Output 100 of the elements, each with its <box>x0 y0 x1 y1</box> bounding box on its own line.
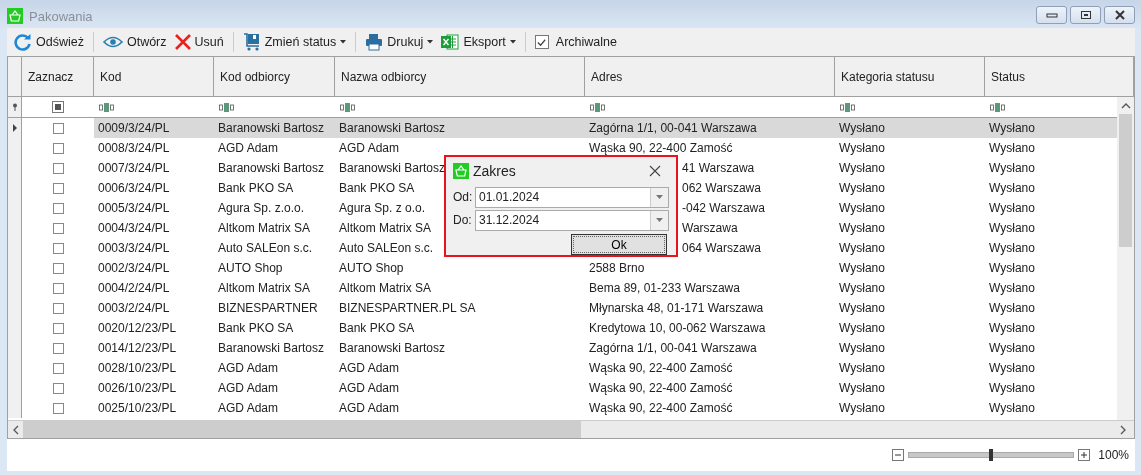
status-category-cell: Wysłano <box>839 341 885 355</box>
recipient-code-cell: BIZNESPARTNER <box>218 301 318 315</box>
zoom-in-icon[interactable] <box>1078 449 1091 461</box>
status-cell: Wysłano <box>989 241 1035 255</box>
text-filter-icon[interactable] <box>990 102 1005 112</box>
status-category-cell: Wysłano <box>839 361 885 375</box>
code-cell: 0004/3/24/PL <box>98 221 170 235</box>
row-checkbox[interactable] <box>52 162 64 174</box>
status-cell: Wysłano <box>989 161 1035 175</box>
column-header[interactable]: Nazwa odbiorcy <box>335 57 585 96</box>
column-header[interactable]: Kod odbiorcy <box>214 57 335 96</box>
status-category-cell: Wysłano <box>839 181 885 195</box>
address-cell: 41 Warszawa <box>682 161 755 175</box>
code-cell: 0009/3/24/PL <box>98 121 170 135</box>
row-checkbox[interactable] <box>52 222 64 234</box>
row-checkbox[interactable] <box>52 362 64 374</box>
code-cell: 0026/10/23/PL <box>98 381 177 395</box>
row-checkbox[interactable] <box>52 262 64 274</box>
address-cell: Kredytowa 10, 00-062 Warszawa <box>589 321 766 335</box>
row-checkbox[interactable] <box>52 282 64 294</box>
status-category-cell: Wysłano <box>839 281 885 295</box>
text-filter-icon[interactable] <box>340 102 355 112</box>
row-checkbox[interactable] <box>52 402 64 414</box>
vertical-scrollbar[interactable] <box>1117 97 1134 420</box>
zoom-slider[interactable] <box>908 452 1075 458</box>
code-cell: 0002/3/24/PL <box>98 261 170 275</box>
address-cell: Wąska 90, 22-400 Zamość <box>589 141 733 155</box>
status-cell: Wysłano <box>989 301 1035 315</box>
date-field[interactable]: 31.12.2024 <box>475 209 669 231</box>
text-filter-icon[interactable] <box>219 102 234 112</box>
eye-icon <box>102 36 123 48</box>
archive-checkbox[interactable]: Archiwalne <box>531 30 620 54</box>
text-filter-icon[interactable] <box>840 102 855 112</box>
select-all-checkbox[interactable] <box>52 101 64 113</box>
close-icon[interactable] <box>649 165 661 177</box>
column-header[interactable]: Adres <box>585 57 835 96</box>
open-button[interactable]: Otwórz <box>99 30 170 54</box>
column-header[interactable]: Zaznacz <box>22 57 94 96</box>
delete-icon <box>174 34 191 50</box>
recipient-name-cell: AGD Adam <box>339 361 400 375</box>
caret-icon <box>509 40 516 44</box>
change-status-button[interactable]: Zmień status <box>239 30 350 54</box>
status-category-cell: Wysłano <box>839 301 885 315</box>
row-checkbox[interactable] <box>52 302 64 314</box>
code-cell: 0005/3/24/PL <box>98 201 170 215</box>
field-label: Do: <box>453 213 472 227</box>
scroll-right-icon[interactable] <box>1120 424 1126 435</box>
caret-icon <box>340 40 347 44</box>
row-checkbox[interactable] <box>52 202 64 214</box>
delete-button[interactable]: Usuń <box>171 30 227 54</box>
recipient-code-cell: Bank PKO SA <box>218 181 294 195</box>
address-cell: Wąska 90, 22-400 Zamość <box>589 361 733 375</box>
recipient-code-cell: Baranowski Bartosz <box>218 121 325 135</box>
row-checkbox[interactable] <box>52 182 64 194</box>
scrollbar-thumb[interactable] <box>1119 114 1132 247</box>
code-cell: 0008/3/24/PL <box>98 141 170 155</box>
scroll-left-icon[interactable] <box>13 424 19 435</box>
row-checkbox[interactable] <box>52 122 64 134</box>
code-cell: 0020/12/23/PL <box>98 321 177 335</box>
row-header[interactable] <box>8 118 22 138</box>
horizontal-scrollbar[interactable] <box>8 420 1134 438</box>
basket-icon <box>7 8 23 24</box>
row-checkbox[interactable] <box>52 322 64 334</box>
status-cell: Wysłano <box>989 341 1035 355</box>
status-cell: Wysłano <box>989 201 1035 215</box>
row-checkbox[interactable] <box>52 142 64 154</box>
text-filter-icon[interactable] <box>99 102 114 112</box>
dialog-title: Zakres <box>473 163 516 179</box>
date-field[interactable]: 01.01.2024 <box>475 186 669 208</box>
export-button[interactable]: Eksport <box>438 30 519 54</box>
row-checkbox[interactable] <box>52 382 64 394</box>
recipient-code-cell: Baranowski Bartosz <box>218 161 325 175</box>
row-checkbox[interactable] <box>52 242 64 254</box>
address-cell: Wąska 90, 22-400 Zamość <box>589 401 733 415</box>
status-cell: Wysłano <box>989 361 1035 375</box>
ok-button[interactable]: Ok <box>571 234 667 255</box>
scroll-up-icon[interactable] <box>1121 103 1131 109</box>
recipient-code-cell: Altkom Matrix SA <box>218 281 310 295</box>
zoom-reading: 100% <box>1098 448 1129 462</box>
column-header[interactable]: Kod <box>94 57 214 96</box>
refresh-button[interactable]: Odśwież <box>11 30 87 54</box>
text-filter-icon[interactable] <box>590 102 605 112</box>
status-category-cell: Wysłano <box>839 201 885 215</box>
restore-button[interactable] <box>1070 6 1101 24</box>
status-category-cell: Wysłano <box>839 381 885 395</box>
zoom-out-icon[interactable] <box>892 449 905 461</box>
close-button[interactable] <box>1104 6 1135 24</box>
code-cell: 0003/3/24/PL <box>98 241 170 255</box>
status-category-cell: Wysłano <box>839 221 885 235</box>
refresh-icon <box>14 33 32 51</box>
row-checkbox[interactable] <box>52 342 64 354</box>
column-header[interactable]: Status <box>985 57 1134 96</box>
print-button[interactable]: Drukuj <box>362 30 437 54</box>
recipient-name-cell: Baranowski Bartosz <box>339 341 446 355</box>
scrollbar-thumb[interactable] <box>23 421 581 438</box>
column-header[interactable]: Kategoria statusu <box>835 57 985 96</box>
printer-icon <box>365 33 384 51</box>
dropdown-icon <box>656 195 663 199</box>
basket-icon <box>453 163 469 179</box>
recipient-code-cell: Bank PKO SA <box>218 321 294 335</box>
